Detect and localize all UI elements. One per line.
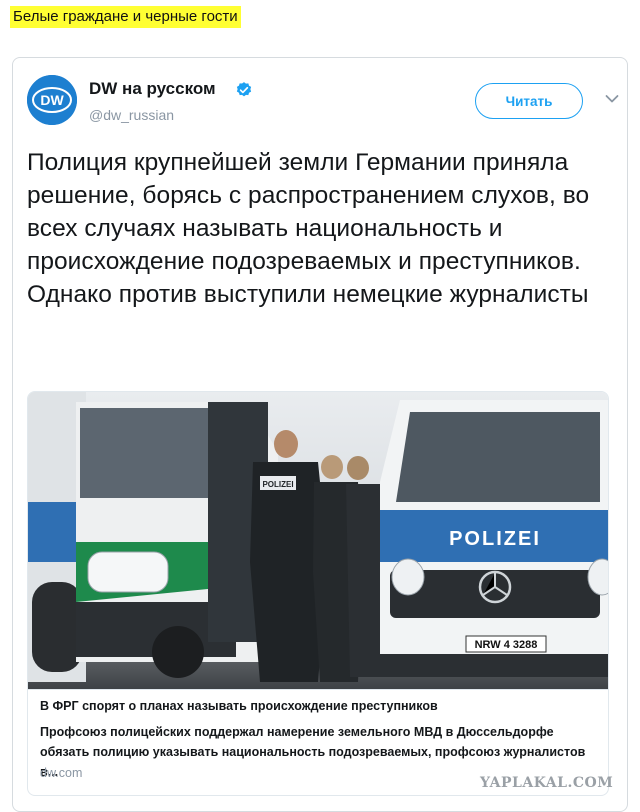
tweet-text: Полиция крупнейшей земли Германии принял… [27,149,590,308]
watermark: YAPLAKAL.COM [480,775,614,791]
avatar[interactable]: DW [27,75,77,125]
svg-text:POLIZEI: POLIZEI [449,528,541,550]
link-card[interactable]: POLIZEI POLIZEI NRW 4 3288 В ФРГ спорят … [27,391,609,796]
avatar-text: DW [40,92,64,108]
chevron-down-icon[interactable] [605,94,619,104]
dw-logo-icon: DW [27,75,77,125]
verified-badge-icon [236,82,252,97]
police-vans-photo: POLIZEI POLIZEI NRW 4 3288 [28,392,608,689]
svg-text:POLIZEI: POLIZEI [262,480,293,489]
svg-text:NRW 4 3288: NRW 4 3288 [475,639,538,651]
card-domain: dw.com [40,766,83,780]
post-title: Белые граждане и черные гости [10,6,241,28]
follow-button[interactable]: Читать [475,83,583,119]
card-title[interactable]: В ФРГ спорят о планах называть происхожд… [40,699,438,713]
author-handle[interactable]: @dw_russian [89,107,174,123]
tweet-embed: DW DW на русском @dw_russian Читать Поли… [12,57,628,812]
card-description: Профсоюз полицейских поддержал намерение… [40,725,586,779]
author-name[interactable]: DW на русском [89,79,216,99]
